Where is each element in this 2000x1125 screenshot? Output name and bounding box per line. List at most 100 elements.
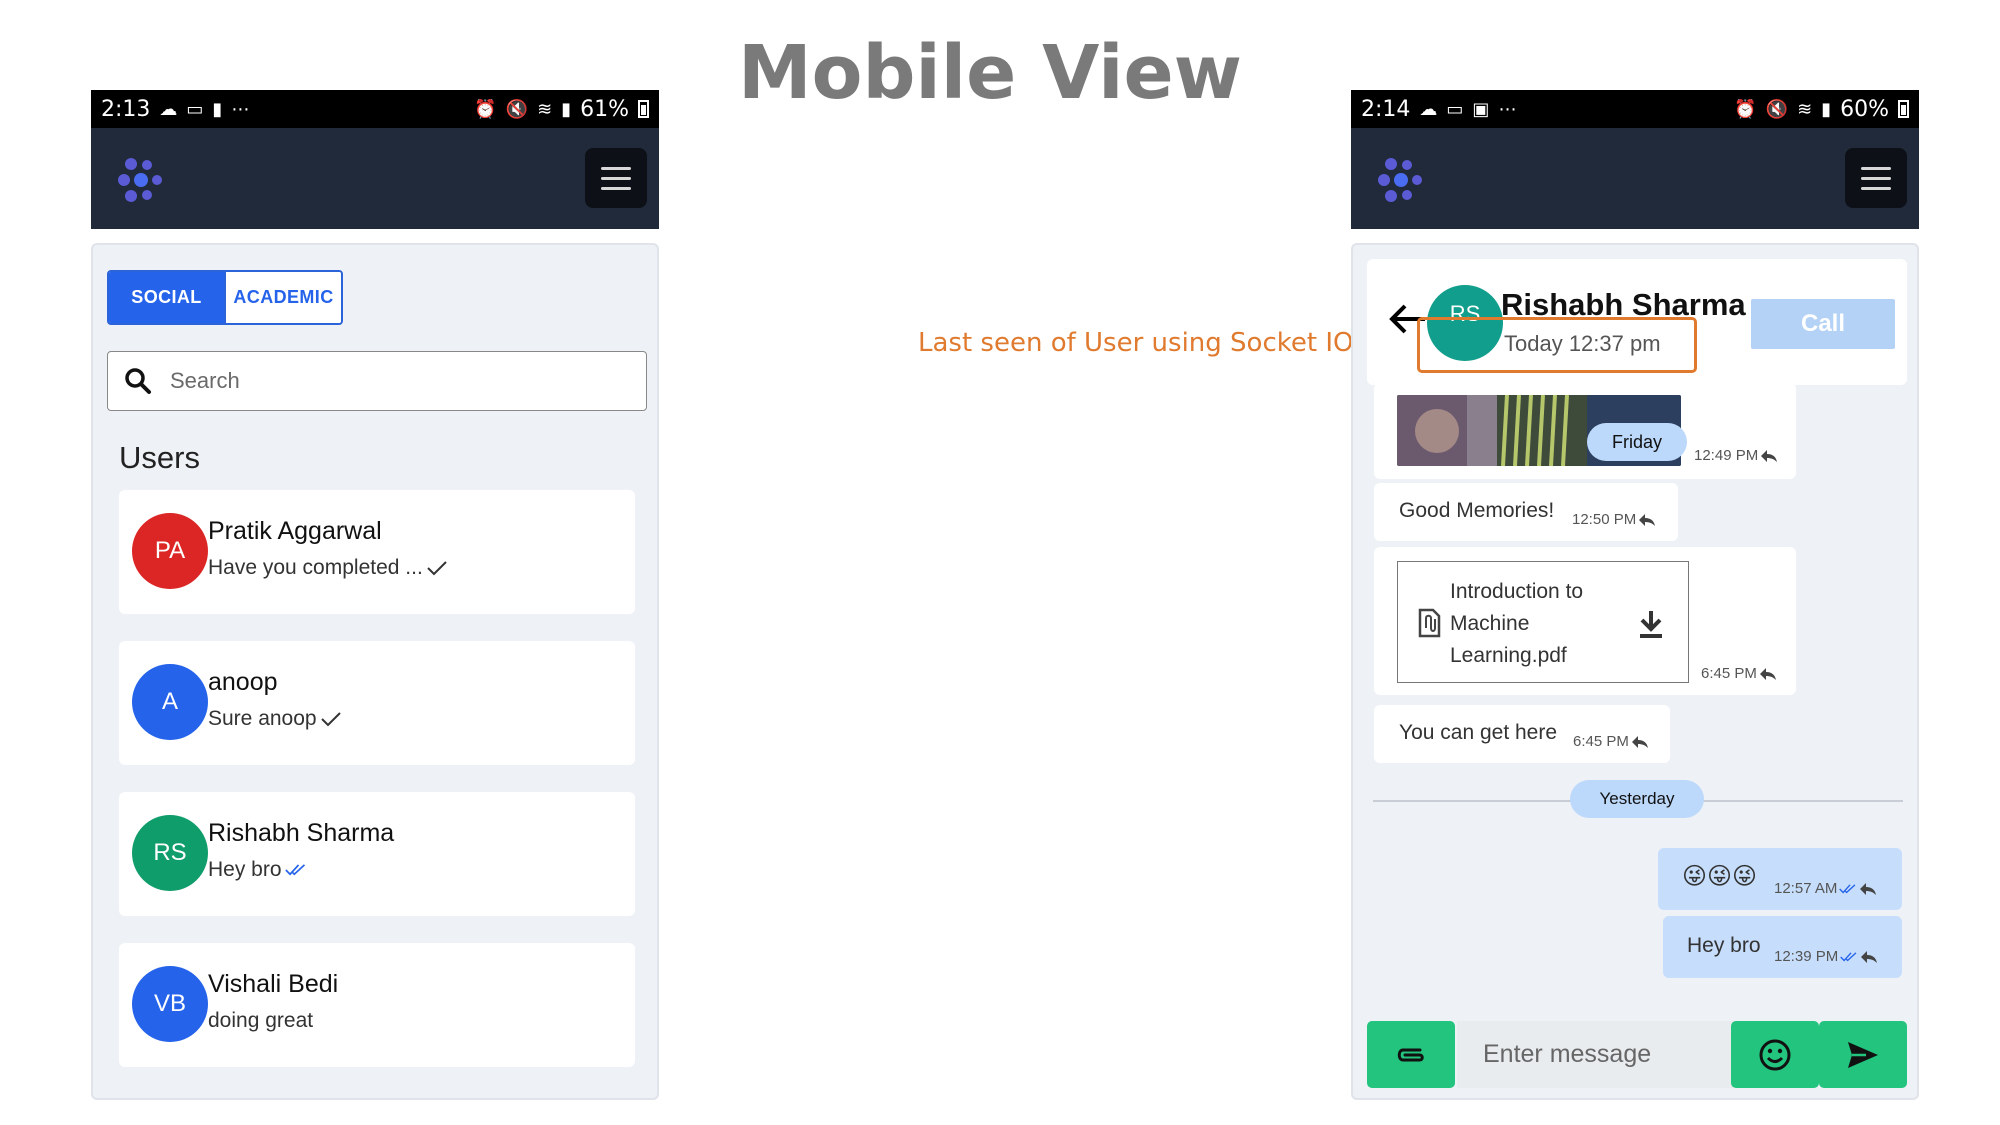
- user-card-vishali[interactable]: VB Vishali Bedi doing great: [119, 943, 635, 1067]
- double-check-icon: [284, 864, 305, 876]
- double-check-icon: [1840, 951, 1857, 961]
- signal-icon: ▮: [561, 98, 572, 120]
- user-name: Vishali Bedi: [208, 970, 339, 998]
- battery-percent: 61%: [580, 96, 629, 122]
- chat-header: RS Rishabh Sharma Today 12:37 pm Call: [1367, 259, 1907, 385]
- battery-percent: 60%: [1840, 96, 1889, 122]
- status-bar: 2:13 ☁ ▭ ▮ ⋯ ⏰ 🔇 ≋ ▮ 61%: [91, 90, 659, 128]
- file-attachment-card[interactable]: Introduction to Machine Learning.pdf: [1397, 561, 1689, 683]
- user-name: Rishabh Sharma: [208, 819, 395, 847]
- battery-icon: [638, 100, 649, 118]
- send-button[interactable]: [1819, 1021, 1907, 1088]
- wifi-icon: ≋: [537, 98, 553, 120]
- message-time: 12:57 AM: [1774, 880, 1877, 897]
- navbar: [91, 128, 659, 229]
- day-pill-yesterday: Yesterday: [1570, 780, 1704, 818]
- download-icon[interactable]: [1636, 608, 1666, 640]
- last-seen-highlight: [1417, 317, 1697, 373]
- message-text: Good Memories!: [1399, 499, 1555, 522]
- user-last-message: Hey bro: [208, 858, 307, 882]
- call-button[interactable]: Call: [1751, 299, 1895, 349]
- more-icon: ⋯: [1498, 98, 1517, 120]
- user-name: Pratik Aggarwal: [208, 517, 382, 545]
- user-card-pratik[interactable]: PA Pratik Aggarwal Have you completed ..…: [119, 490, 635, 614]
- message-input[interactable]: [1457, 1021, 1733, 1088]
- wifi-icon: ≋: [1797, 98, 1813, 120]
- file-attachment-icon: [1418, 608, 1441, 638]
- search-box: [107, 351, 647, 411]
- last-message-text: Sure anoop: [208, 707, 317, 730]
- alarm-icon: ⏰: [474, 98, 497, 120]
- attach-button[interactable]: [1367, 1021, 1455, 1088]
- double-check-icon: [1839, 883, 1856, 893]
- reply-icon[interactable]: [1860, 950, 1878, 964]
- day-pill-friday: Friday: [1587, 423, 1687, 461]
- last-message-text: Hey bro: [208, 858, 282, 881]
- avatar: VB: [132, 966, 208, 1042]
- mute-icon: 🔇: [1765, 98, 1789, 120]
- image-icon: ▣: [1472, 98, 1490, 120]
- app-logo-icon[interactable]: [1377, 156, 1427, 204]
- emoji-button[interactable]: [1731, 1021, 1819, 1088]
- users-heading: Users: [119, 440, 200, 475]
- app-logo-icon[interactable]: [117, 156, 167, 204]
- signal-icon: ▮: [1821, 98, 1832, 120]
- menu-toggle-button[interactable]: [585, 148, 647, 208]
- right-phone-screen: 2:14 ☁ ▭ ▣ ⋯ ⏰ 🔇 ≋ ▮ 60% RS Rishabh Shar…: [1351, 90, 1919, 1100]
- alarm-icon: ⏰: [1734, 98, 1757, 120]
- avatar: RS: [132, 815, 208, 891]
- notification-icon: ☁: [1419, 98, 1438, 120]
- navbar: [1351, 128, 1919, 229]
- text-message[interactable]: You can get here 6:45 PM: [1374, 705, 1670, 763]
- left-phone-screen: 2:13 ☁ ▭ ▮ ⋯ ⏰ 🔇 ≋ ▮ 61% SOCIAL ACADEMIC…: [91, 90, 659, 1100]
- message-time: 12:49 PM: [1694, 447, 1778, 464]
- laptop-icon: ▭: [1446, 98, 1464, 120]
- tab-academic[interactable]: ACADEMIC: [224, 272, 341, 323]
- paperclip-icon: [1397, 1048, 1424, 1061]
- more-icon: ⋯: [231, 98, 250, 120]
- status-time: 2:13: [101, 96, 151, 122]
- user-card-rishabh[interactable]: RS Rishabh Sharma Hey bro: [119, 792, 635, 916]
- image-message[interactable]: Friday 12:49 PM: [1374, 383, 1796, 479]
- outgoing-emoji-message[interactable]: 😜😜😜 12:57 AM: [1658, 848, 1902, 910]
- chat-panel: RS Rishabh Sharma Today 12:37 pm Call Fr…: [1351, 243, 1919, 1100]
- avatar: PA: [132, 513, 208, 589]
- message-text: Hey bro: [1687, 934, 1761, 957]
- last-message-text: Have you completed ...: [208, 556, 423, 579]
- outgoing-text-message[interactable]: Hey bro 12:39 PM: [1663, 916, 1902, 978]
- notification-icon: ☁: [159, 98, 178, 120]
- tab-social[interactable]: SOCIAL: [109, 272, 224, 323]
- file-name: Introduction to Machine Learning.pdf: [1450, 580, 1584, 667]
- annotation-text: Last seen of User using Socket IO: [918, 328, 1354, 358]
- message-time: 6:45 PM: [1573, 733, 1649, 750]
- search-input[interactable]: [170, 368, 610, 394]
- message-text: You can get here: [1399, 721, 1558, 744]
- text-message[interactable]: Good Memories! 12:50 PM: [1374, 483, 1678, 541]
- single-check-icon: [427, 561, 447, 576]
- user-list-panel: SOCIAL ACADEMIC Users PA Pratik Aggarwal…: [91, 243, 659, 1100]
- message-icon: ▮: [212, 98, 223, 120]
- reply-icon[interactable]: [1760, 449, 1778, 463]
- send-icon: [1848, 1041, 1878, 1068]
- mute-icon: 🔇: [505, 98, 529, 120]
- message-time: 12:39 PM: [1774, 948, 1878, 965]
- reply-icon[interactable]: [1759, 667, 1777, 681]
- laptop-icon: ▭: [186, 98, 204, 120]
- message-composer: [1367, 1021, 1907, 1088]
- file-message[interactable]: Introduction to Machine Learning.pdf 6:4…: [1374, 547, 1796, 695]
- menu-toggle-button[interactable]: [1845, 148, 1907, 208]
- message-time: 6:45 PM: [1701, 665, 1777, 682]
- search-icon: [125, 368, 151, 394]
- reply-icon[interactable]: [1631, 735, 1649, 749]
- status-time: 2:14: [1361, 96, 1411, 122]
- user-card-anoop[interactable]: A anoop Sure anoop: [119, 641, 635, 765]
- reply-icon[interactable]: [1859, 882, 1877, 896]
- avatar: A: [132, 664, 208, 740]
- user-name: anoop: [208, 668, 278, 696]
- message-time: 12:50 PM: [1572, 511, 1656, 528]
- message-text: 😜😜😜: [1682, 862, 1758, 890]
- user-last-message: Have you completed ...: [208, 556, 448, 580]
- battery-icon: [1898, 100, 1909, 118]
- reply-icon[interactable]: [1638, 513, 1656, 527]
- status-bar: 2:14 ☁ ▭ ▣ ⋯ ⏰ 🔇 ≋ ▮ 60%: [1351, 90, 1919, 128]
